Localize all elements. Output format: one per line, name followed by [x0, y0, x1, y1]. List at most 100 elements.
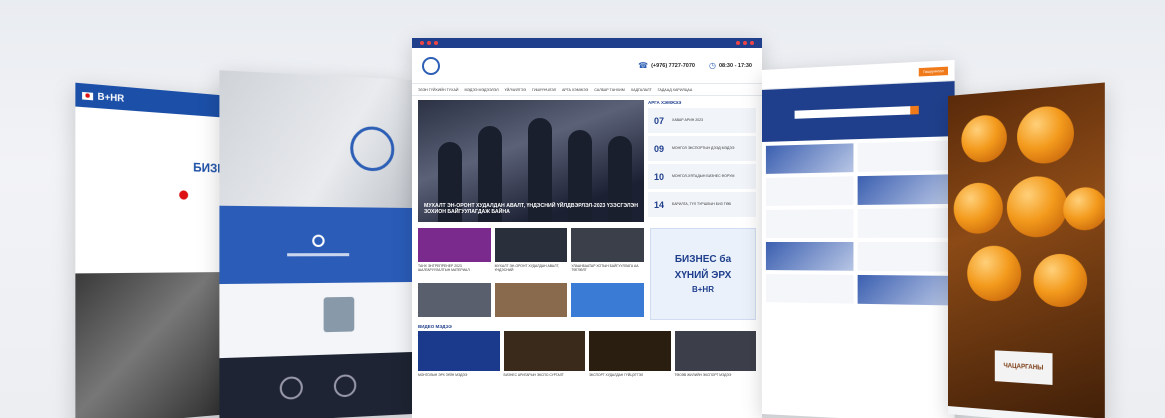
- membership-button[interactable]: Гишүүнчлэл: [918, 66, 949, 76]
- directory-card[interactable]: [765, 209, 854, 238]
- japan-flag-icon: [82, 91, 94, 100]
- event-title: БАРИЛГА, ТҮЛ ТУРШЛЫН БИЗ ТӨВ: [672, 202, 731, 207]
- news-grid: ТАНХ ЭНТРЕПРЕНЕР 2023 ШАЛГАРУУЛАЛТЫН МАТ…: [418, 228, 644, 320]
- event-day: 07: [654, 115, 665, 126]
- news-card[interactable]: ТАНХ ЭНТРЕПРЕНЕР 2023 ШАЛГАРУУЛАЛТЫН МАТ…: [418, 228, 491, 279]
- banner-line-2: ХҮНИЙ ЭРХ: [674, 269, 732, 281]
- news-card[interactable]: [571, 283, 644, 320]
- preview-page-chamber-info: [219, 70, 412, 418]
- news-card[interactable]: МУХАЛТ ЭН-ОРОНТ ХУДАЛДАН АВАЛТ, ҮНДЭСНИЙ: [494, 228, 568, 279]
- news-thumb: [494, 228, 568, 262]
- contact-hours: 08:30 - 17:30: [718, 62, 752, 69]
- info-icon: [312, 234, 325, 247]
- product-tag[interactable]: ЧАЦАРГАНЫ: [994, 350, 1053, 385]
- video-thumb: [674, 331, 756, 371]
- video-heading: ВИДЕО МЭДЭЭ: [418, 324, 452, 329]
- bhr-banner[interactable]: БИЗНЕС ба ХҮНИЙ ЭРХ B+HR: [650, 228, 756, 320]
- event-day: 14: [654, 199, 665, 210]
- preview-page-home: ☎ (+976) 7727-7070 ◷ 08:30 - 17:30 ЭЗЭН …: [412, 38, 762, 418]
- news-card[interactable]: УЛААНБААТАР ХОТЫН БАЙГУУЛЛАГА АА ТӨГЛӨЛТ: [571, 228, 644, 279]
- video-title: ЭКСПОРТ ХУДАЛДАН ГҮЙЦЭТГЭЛ: [589, 373, 644, 377]
- nav-item[interactable]: АРГА ХЭМЖЭЭ: [562, 88, 588, 92]
- directory-card[interactable]: [765, 242, 854, 271]
- footer-icons: [219, 352, 412, 418]
- directory-card[interactable]: [857, 274, 951, 306]
- banner-brand: B+HR: [691, 285, 714, 294]
- video-list: МОНГОЛЫН ЭРХ ЗҮЙН МЭДЭЭ БИЗНЕС АРИГАРЫН …: [412, 331, 762, 377]
- video-item[interactable]: ТӨСӨВ ЖИЛИЙН ЭКСПОРТ МЭДЭЭ: [674, 331, 756, 377]
- hero-news[interactable]: МУХАЛТ ЭН-ОРОНТ ХУДАЛДАН АВАЛТ, ҮНДЭСНИЙ…: [418, 100, 644, 222]
- video-thumb: [589, 331, 671, 371]
- banner-line-1: БИЗНЕС ба: [674, 254, 732, 265]
- berry-image: [967, 245, 1022, 302]
- news-thumb: [418, 228, 491, 262]
- japan-emblem-icon: [179, 190, 189, 200]
- contact-phone: (+976) 7727-7070: [651, 62, 695, 69]
- directory-card[interactable]: [857, 208, 951, 238]
- nav-item[interactable]: ГИШҮҮНЧЛЭЛ: [532, 88, 556, 92]
- bhr-logo: B+HR: [97, 91, 125, 104]
- nav-item[interactable]: ХАДГАЛАЛТ: [631, 88, 652, 92]
- event-item[interactable]: 07 ХАВАР АРИН 2023: [648, 108, 756, 133]
- profile-section: [219, 282, 412, 359]
- main-nav: ЭЗЭН ГҮЙХИЙН ТУХАЙ МЭДЭЭ МЭДЭЭЛЭЛ ҮЙЛЧИЛ…: [412, 84, 762, 96]
- directory-card[interactable]: [765, 176, 854, 206]
- preview-page-sea-buckthorn: ЧАЦАРГАНЫ: [948, 82, 1105, 418]
- event-day: 10: [654, 171, 665, 182]
- directory-card[interactable]: [857, 242, 951, 272]
- clock-icon: ◷: [708, 61, 716, 70]
- site-header: ☎ (+976) 7727-7070 ◷ 08:30 - 17:30: [412, 48, 762, 84]
- search-icon[interactable]: [910, 105, 919, 115]
- contact-info: ☎ (+976) 7727-7070 ◷ 08:30 - 17:30: [638, 61, 752, 70]
- berry-image: [1033, 253, 1088, 308]
- language-switch[interactable]: [420, 41, 438, 45]
- nav-item[interactable]: ГАДААД ХАРИЛЦАА: [658, 88, 693, 92]
- event-title: МОНГОЛ ЭКСПОРТЫН ДЭЭД МЭДЭЭ: [672, 146, 735, 151]
- video-item[interactable]: МОНГОЛЫН ЭРХ ЗҮЙН МЭДЭЭ: [418, 331, 500, 377]
- chamber-logo-icon[interactable]: [422, 56, 440, 75]
- video-item[interactable]: ЭКСПОРТ ХУДАЛДАН ГҮЙЦЭТГЭЛ: [589, 331, 671, 377]
- page-footer: [948, 406, 1105, 418]
- video-title: БИЗНЕС АРИГАРЫН ЭКСПО СУРГАЛТ: [503, 373, 564, 377]
- profile-photo: [323, 296, 355, 333]
- news-card[interactable]: [418, 283, 491, 320]
- directory-card[interactable]: [765, 143, 854, 174]
- directory-card[interactable]: [857, 174, 951, 205]
- header-bar: B+HR: [75, 82, 230, 118]
- news-title: МУХАЛТ ЭН-ОРОНТ ХУДАЛДАН АВАЛТ, ҮНДЭСНИЙ: [494, 264, 560, 273]
- video-title: ТӨСӨВ ЖИЛИЙН ЭКСПОРТ МЭДЭЭ: [674, 373, 732, 377]
- video-thumb: [503, 331, 585, 371]
- directory-card[interactable]: [857, 140, 951, 173]
- directory-search[interactable]: [794, 105, 919, 119]
- nav-item[interactable]: САЛБАР ТАНХИМ: [594, 88, 624, 92]
- berry-image: [961, 113, 1007, 164]
- video-thumb: [418, 331, 500, 371]
- event-title: МОНГОЛ-ХЯТАДЫН БИЗНЕС ФОРУМ: [672, 174, 735, 179]
- preview-page-business-human-rights: B+HR БИЗНЕ: [75, 82, 230, 418]
- phone-icon: ☎: [638, 61, 649, 70]
- news-card[interactable]: [494, 283, 568, 320]
- info-band: [219, 205, 412, 285]
- social-icons[interactable]: [736, 41, 754, 45]
- hero-caption[interactable]: МУХАЛТ ЭН-ОРОНТ ХУДАЛДАН АВАЛТ, ҮНДЭСНИЙ…: [424, 203, 638, 217]
- video-item[interactable]: БИЗНЕС АРИГАРЫН ЭКСПО СУРГАЛТ: [503, 331, 585, 377]
- event-item[interactable]: 14 БАРИЛГА, ТҮЛ ТУРШЛЫН БИЗ ТӨВ: [648, 192, 756, 217]
- footer-icon-1[interactable]: [279, 376, 303, 400]
- news-thumb: [418, 283, 491, 317]
- event-item[interactable]: 09 МОНГОЛ ЭКСПОРТЫН ДЭЭД МЭДЭЭ: [648, 136, 756, 161]
- nav-item[interactable]: МЭДЭЭ МЭДЭЭЛЭЛ: [464, 88, 498, 92]
- top-bar: [412, 38, 762, 48]
- event-item[interactable]: 10 МОНГОЛ-ХЯТАДЫН БИЗНЕС ФОРУМ: [648, 164, 756, 189]
- nav-item[interactable]: ЭЗЭН ГҮЙХИЙН ТУХАЙ: [418, 88, 458, 92]
- nav-item[interactable]: ҮЙЛЧИЛГЭЭ: [505, 88, 526, 92]
- footer-icon-2[interactable]: [333, 374, 357, 398]
- directory-grid: [762, 136, 955, 310]
- event-day: 09: [654, 143, 665, 154]
- event-title: ХАВАР АРИН 2023: [672, 118, 703, 123]
- directory-card[interactable]: [765, 274, 854, 304]
- events-list: АРГА ХЭМЖЭЭ 07 ХАВАР АРИН 2023 09 МОНГОЛ…: [648, 100, 756, 222]
- events-heading: АРГА ХЭМЖЭЭ: [648, 100, 682, 105]
- info-text-line: [287, 252, 350, 256]
- hero-image: [219, 70, 412, 208]
- berry-image: [1006, 175, 1068, 238]
